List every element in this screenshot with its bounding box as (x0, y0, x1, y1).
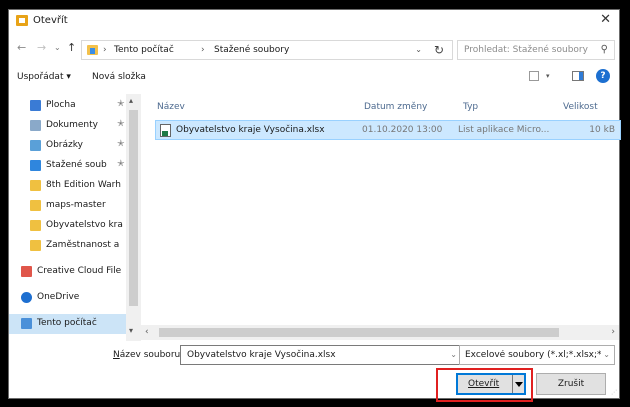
desktop-icon (30, 100, 41, 111)
sidebar-item-folder-employment[interactable]: Zaměstnanost a (9, 236, 141, 256)
open-file-dialog: Otevřít ✕ ← → ⌄ ↑ › Tento počítač › Staž… (8, 9, 621, 402)
file-name: Obyvatelstvo kraje Vysočina.xlsx (176, 125, 325, 135)
sidebar-item-label: OneDrive (37, 292, 80, 302)
new-folder-button[interactable]: Nová složka (92, 72, 146, 82)
view-dropdown-chevron-icon[interactable]: ▾ (546, 72, 550, 80)
onedrive-cloud-icon (21, 292, 32, 303)
address-dropdown-chevron-icon[interactable]: ⌄ (415, 45, 422, 54)
cancel-button-label: Zrušit (557, 379, 585, 389)
column-header-type[interactable]: Typ (463, 102, 478, 112)
navigation-bar: ← → ⌄ ↑ › Tento počítač › Stažené soubor… (9, 38, 619, 62)
sidebar-item-folder-maps[interactable]: maps-master (9, 196, 141, 216)
file-size: 10 kB (589, 125, 615, 135)
breadcrumb-separator[interactable]: › (201, 45, 205, 55)
scroll-down-icon[interactable]: ▾ (129, 326, 133, 335)
creative-cloud-icon (21, 266, 32, 277)
excel-file-icon (160, 124, 171, 137)
help-icon[interactable]: ? (596, 69, 610, 83)
file-date: 01.10.2020 13:00 (362, 125, 443, 135)
scrollbar-thumb[interactable] (129, 110, 138, 306)
sidebar-item-desktop[interactable]: Plocha ✭ (9, 96, 141, 116)
sidebar-item-onedrive[interactable]: OneDrive (9, 288, 141, 308)
folder-icon (30, 240, 41, 251)
close-icon[interactable]: ✕ (600, 13, 611, 26)
search-input[interactable]: Prohledat: Stažené soubory ⚲ (457, 40, 615, 60)
sidebar-item-label: Zaměstnanost a (46, 240, 120, 250)
column-header-date[interactable]: Datum změny (364, 102, 427, 112)
forward-arrow-icon[interactable]: → (37, 42, 46, 53)
documents-icon (30, 120, 41, 131)
sidebar-item-pictures[interactable]: Obrázky ✭ (9, 136, 141, 156)
pin-icon: ✭ (117, 139, 125, 149)
recent-locations-chevron-icon[interactable]: ⌄ (54, 44, 61, 52)
up-arrow-icon[interactable]: ↑ (67, 42, 76, 53)
pin-icon: ✭ (117, 159, 125, 169)
filetype-select[interactable]: Excelové soubory (*.xl;*.xlsx;*.xls ⌄ (459, 345, 615, 365)
back-arrow-icon[interactable]: ← (17, 42, 26, 53)
column-header-size[interactable]: Velikost (563, 102, 598, 112)
sidebar-item-documents[interactable]: Dokumenty ✭ (9, 116, 141, 136)
search-icon: ⚲ (600, 44, 608, 55)
filetype-value: Excelové soubory (*.xl;*.xlsx;*.xls (465, 350, 601, 360)
filetype-dropdown-chevron-icon[interactable]: ⌄ (603, 350, 610, 359)
sidebar-item-label: Plocha (46, 100, 76, 110)
sidebar-item-label: 8th Edition Warh (46, 180, 121, 190)
sidebar-item-folder-population[interactable]: Obyvatelstvo kra (9, 216, 141, 236)
resize-grip-icon[interactable]: ⋰ (611, 389, 617, 396)
breadcrumb-separator[interactable]: › (103, 45, 107, 55)
command-toolbar: Uspořádat ▾ Nová složka ▾ ? (9, 66, 619, 90)
sidebar-item-this-pc[interactable]: Tento počítač (9, 314, 141, 334)
sidebar-item-label: Stažené soub (46, 160, 107, 170)
filename-dropdown-chevron-icon[interactable]: ⌄ (450, 350, 457, 359)
open-button-label: Otevřít (468, 379, 500, 389)
filename-input[interactable]: Obyvatelstvo kraje Vysočina.xlsx ⌄ (180, 345, 462, 365)
refresh-icon[interactable]: ↻ (434, 43, 444, 57)
pin-icon: ✭ (117, 99, 125, 109)
downloads-icon (30, 160, 41, 171)
sidebar-item-creative-cloud[interactable]: Creative Cloud File (9, 262, 141, 282)
search-placeholder: Prohledat: Stažené soubory (464, 45, 588, 55)
sidebar-item-label: Dokumenty (46, 120, 98, 130)
breadcrumb-this-pc[interactable]: Tento počítač (114, 45, 174, 55)
sidebar-item-downloads[interactable]: Stažené soub ✭ (9, 156, 141, 176)
sidebar-scrollbar[interactable]: ▴ ▾ (126, 94, 141, 341)
file-row[interactable]: Obyvatelstvo kraje Vysočina.xlsx 01.10.2… (155, 120, 621, 140)
app-icon (16, 15, 28, 26)
organize-menu-button[interactable]: Uspořádat ▾ (17, 72, 71, 82)
scroll-left-icon[interactable]: ‹ (145, 327, 149, 337)
scroll-up-icon[interactable]: ▴ (129, 96, 133, 105)
sidebar-item-label: maps-master (46, 200, 106, 210)
open-button[interactable]: Otevřít (456, 373, 526, 395)
folder-icon (30, 200, 41, 211)
window-title: Otevřít (33, 15, 68, 26)
file-type: List aplikace Micro... (458, 125, 550, 135)
file-list-hscrollbar[interactable]: ‹ › (141, 325, 619, 340)
pin-icon: ✭ (117, 119, 125, 129)
preview-pane-icon[interactable] (572, 71, 584, 81)
folder-icon (30, 180, 41, 191)
folder-icon (30, 220, 41, 231)
column-header-name[interactable]: Název (157, 102, 185, 112)
sidebar-item-label: Obyvatelstvo kra (46, 220, 123, 230)
breadcrumb-downloads[interactable]: Stažené soubory (214, 45, 289, 55)
file-list: Název Datum změny Typ Velikost Obyvatels… (141, 94, 621, 341)
view-options-icon[interactable] (529, 71, 539, 81)
sidebar-item-folder-warhammer[interactable]: 8th Edition Warh (9, 176, 141, 196)
title-bar: Otevřít ✕ (9, 10, 619, 32)
sidebar-item-label: Creative Cloud File (37, 266, 122, 276)
scrollbar-thumb[interactable] (159, 328, 559, 337)
filename-label: Název souboru: (113, 350, 184, 360)
sidebar-item-label: Obrázky (46, 140, 83, 150)
pictures-icon (30, 140, 41, 151)
sidebar-item-label: Tento počítač (37, 318, 97, 328)
address-bar[interactable]: › Tento počítač › Stažené soubory ⌄ ↻ (81, 40, 453, 60)
scroll-right-icon[interactable]: › (611, 327, 615, 337)
computer-icon (21, 318, 32, 329)
open-split-dropdown-icon[interactable] (512, 375, 524, 393)
navigation-pane: Plocha ✭ Dokumenty ✭ Obrázky ✭ Stažené s… (9, 94, 141, 341)
downloads-folder-icon (87, 45, 98, 55)
filename-value: Obyvatelstvo kraje Vysočina.xlsx (187, 350, 336, 360)
cancel-button[interactable]: Zrušit (536, 373, 606, 395)
